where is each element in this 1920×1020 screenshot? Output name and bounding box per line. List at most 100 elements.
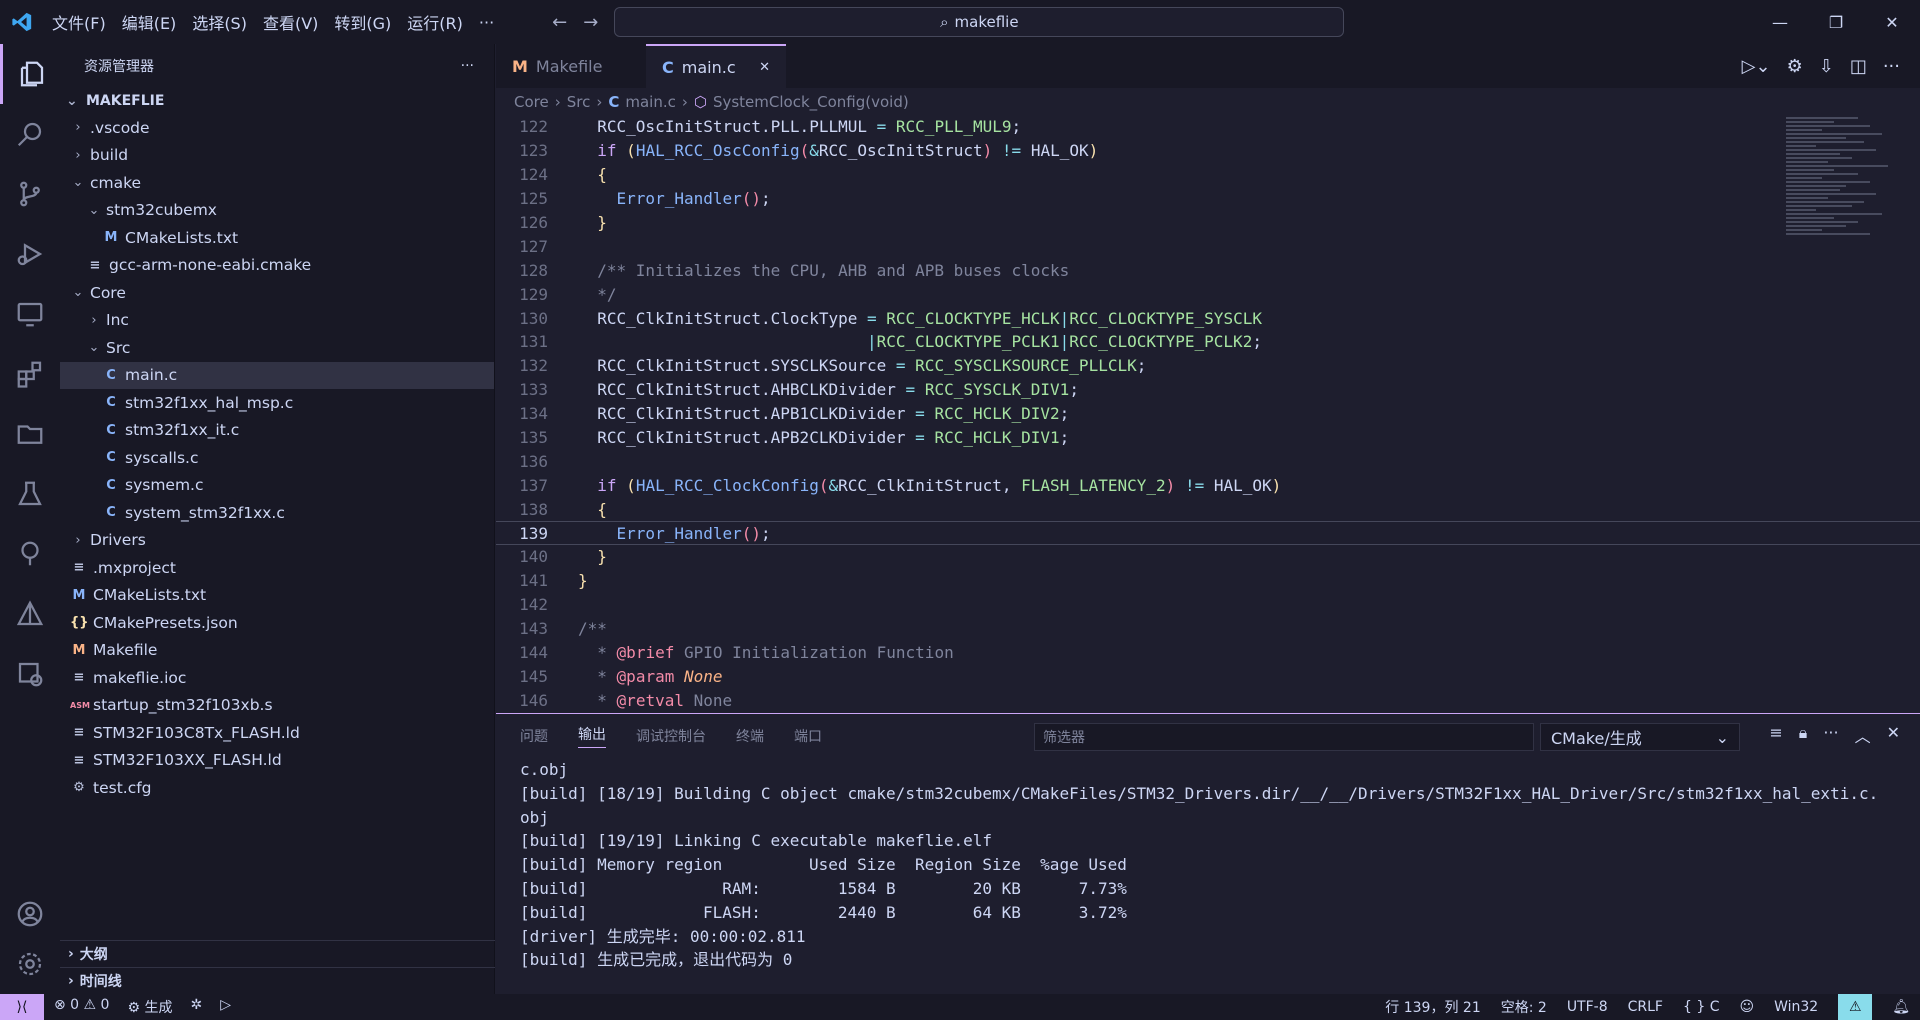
remote-explorer-icon[interactable]: [0, 284, 60, 344]
code-line[interactable]: 134 RCC_ClkInitStruct.APB1CLKDivider = R…: [496, 402, 1920, 426]
code-line[interactable]: 146 * @retval None: [496, 688, 1920, 712]
folder-item[interactable]: ⌄ Src: [60, 334, 494, 362]
indentation[interactable]: 空格: 2: [1501, 997, 1547, 1017]
code-line[interactable]: 136: [496, 449, 1920, 473]
language-mode[interactable]: { } C: [1683, 999, 1720, 1015]
code-line[interactable]: 129 */: [496, 282, 1920, 306]
file-item[interactable]: ⚙ test.cfg: [60, 774, 494, 802]
back-arrow-icon[interactable]: ←: [552, 12, 567, 33]
platform[interactable]: Win32: [1774, 999, 1818, 1015]
more-icon[interactable]: ···: [1883, 56, 1900, 77]
line-endings[interactable]: CRLF: [1628, 999, 1663, 1015]
file-item[interactable]: ≡ .mxproject: [60, 554, 494, 582]
testing-icon[interactable]: [0, 464, 60, 524]
lock-icon[interactable]: 🔒︎: [1799, 723, 1808, 747]
code-editor[interactable]: 122 RCC_OscInitStruct.PLL.PLLMUL = RCC_P…: [496, 115, 1920, 713]
minimap[interactable]: [1786, 115, 1906, 515]
errors-count[interactable]: ⊗ 0 ⚠ 0: [54, 997, 109, 1017]
breadcrumb-src[interactable]: Src: [567, 93, 591, 111]
launch-icon[interactable]: ▷: [220, 997, 231, 1017]
tab-debug-console[interactable]: 调试控制台: [636, 726, 706, 746]
code-line[interactable]: 126 }: [496, 211, 1920, 235]
breadcrumb-symbol[interactable]: SystemClock_Config(void): [713, 93, 909, 111]
code-line[interactable]: 137 if (HAL_RCC_ClockConfig(&RCC_ClkInit…: [496, 473, 1920, 497]
remote-indicator-icon[interactable]: ⟩⟨: [0, 994, 44, 1020]
folder-item[interactable]: ⌄ Core: [60, 279, 494, 307]
code-line[interactable]: 132 RCC_ClkInitStruct.SYSCLKSource = RCC…: [496, 354, 1920, 378]
code-line[interactable]: 131 |RCC_CLOCKTYPE_PCLK1|RCC_CLOCKTYPE_P…: [496, 330, 1920, 354]
menu-item[interactable]: 编辑(E): [114, 10, 185, 34]
file-item[interactable]: ≡ gcc-arm-none-eabi.cmake: [60, 252, 494, 280]
close-panel-icon[interactable]: ✕: [1887, 723, 1900, 747]
folder-item[interactable]: ⌄ cmake: [60, 169, 494, 197]
code-line[interactable]: 123 if (HAL_RCC_OscConfig(&RCC_OscInitSt…: [496, 139, 1920, 163]
file-item[interactable]: Cstm32f1xx_it.c: [60, 417, 494, 445]
explorer-icon[interactable]: [0, 44, 60, 104]
gear-icon[interactable]: ⚙: [1787, 56, 1803, 77]
clear-output-icon[interactable]: ≡: [1769, 723, 1782, 747]
warning-icon[interactable]: ⚠: [1838, 994, 1873, 1020]
maximize-panel-icon[interactable]: ︿: [1855, 723, 1871, 747]
breadcrumb-file[interactable]: main.c: [625, 93, 676, 111]
file-item[interactable]: ≡ makeflie.ioc: [60, 664, 494, 692]
menu-item[interactable]: 查看(V): [255, 10, 326, 34]
run-debug-icon[interactable]: [0, 224, 60, 284]
tree-icon[interactable]: [0, 524, 60, 584]
code-line[interactable]: 130 RCC_ClkInitStruct.ClockType = RCC_CL…: [496, 306, 1920, 330]
tab-output[interactable]: 输出: [578, 724, 606, 748]
breadcrumb-core[interactable]: Core: [514, 93, 549, 111]
encoding[interactable]: UTF-8: [1567, 999, 1608, 1015]
settings-gear-icon[interactable]: [0, 934, 60, 994]
file-item[interactable]: Cstm32f1xx_hal_msp.c: [60, 389, 494, 417]
menu-item[interactable]: 转到(G): [326, 10, 399, 34]
file-item[interactable]: Cmain.c: [60, 361, 494, 389]
timeline-section[interactable]: › 时间线: [60, 967, 495, 994]
cmake-icon[interactable]: [0, 584, 60, 644]
file-item[interactable]: Csysmem.c: [60, 472, 494, 500]
menu-item[interactable]: 选择(S): [184, 10, 255, 34]
code-line[interactable]: 138 {: [496, 497, 1920, 521]
search-view-icon[interactable]: [0, 104, 60, 164]
tab-ports[interactable]: 端口: [794, 726, 822, 746]
menu-item[interactable]: 运行(R): [399, 10, 471, 34]
code-line[interactable]: 135 RCC_ClkInitStruct.APB2CLKDivider = R…: [496, 426, 1920, 450]
file-item[interactable]: Csystem_stm32f1xx.c: [60, 499, 494, 527]
code-line[interactable]: 142: [496, 593, 1920, 617]
split-editor-icon[interactable]: ◫: [1850, 56, 1867, 77]
close-icon[interactable]: ✕: [759, 60, 770, 75]
forward-arrow-icon[interactable]: →: [583, 12, 598, 33]
file-item[interactable]: ≡ STM32F103XX_FLASH.ld: [60, 747, 494, 775]
folder-item[interactable]: ⌄ stm32cubemx: [60, 197, 494, 225]
file-item[interactable]: M CMakeLists.txt: [60, 582, 494, 610]
notifications-icon[interactable]: 🔔︎: [1892, 999, 1910, 1015]
tab-problems[interactable]: 问题: [520, 726, 548, 746]
code-line[interactable]: 141}: [496, 569, 1920, 593]
code-line[interactable]: 128 /** Initializes the CPU, AHB and APB…: [496, 258, 1920, 282]
output-filter-input[interactable]: 筛选器: [1034, 723, 1534, 751]
file-item[interactable]: M CMakeLists.txt: [60, 224, 494, 252]
code-line[interactable]: 139 Error_Handler();: [496, 521, 1920, 546]
code-line[interactable]: 125 Error_Handler();: [496, 187, 1920, 211]
code-line[interactable]: 144 * @brief GPIO Initialization Functio…: [496, 641, 1920, 665]
folder-item[interactable]: › .vscode: [60, 114, 494, 142]
file-item[interactable]: Csyscalls.c: [60, 444, 494, 472]
code-line[interactable]: 133 RCC_ClkInitStruct.AHBCLKDivider = RC…: [496, 378, 1920, 402]
file-item[interactable]: ≡ STM32F103C8Tx_FLASH.ld: [60, 719, 494, 747]
code-line[interactable]: 145 * @param None: [496, 664, 1920, 688]
code-line[interactable]: 122 RCC_OscInitStruct.PLL.PLLMUL = RCC_P…: [496, 115, 1920, 139]
output-channel-select[interactable]: CMake/生成 ⌄: [1540, 723, 1740, 751]
run-icon[interactable]: ▷⌄: [1742, 56, 1771, 77]
minimize-icon[interactable]: —: [1752, 0, 1808, 44]
more-icon[interactable]: ···: [1823, 723, 1838, 747]
tab-main-c[interactable]: C main.c ✕: [646, 44, 786, 88]
menu-item[interactable]: ···: [471, 13, 502, 32]
folder-item[interactable]: › build: [60, 142, 494, 170]
close-window-icon[interactable]: ✕: [1864, 0, 1920, 44]
extensions-icon[interactable]: [0, 344, 60, 404]
folder-item[interactable]: › Drivers: [60, 527, 494, 555]
folder-item[interactable]: › Inc: [60, 307, 494, 335]
tab-terminal[interactable]: 终端: [736, 726, 764, 746]
file-item[interactable]: {} CMakePresets.json: [60, 609, 494, 637]
command-center[interactable]: ⌕ makeflie: [614, 7, 1345, 37]
build-button[interactable]: ⚙ 生成: [127, 997, 172, 1017]
